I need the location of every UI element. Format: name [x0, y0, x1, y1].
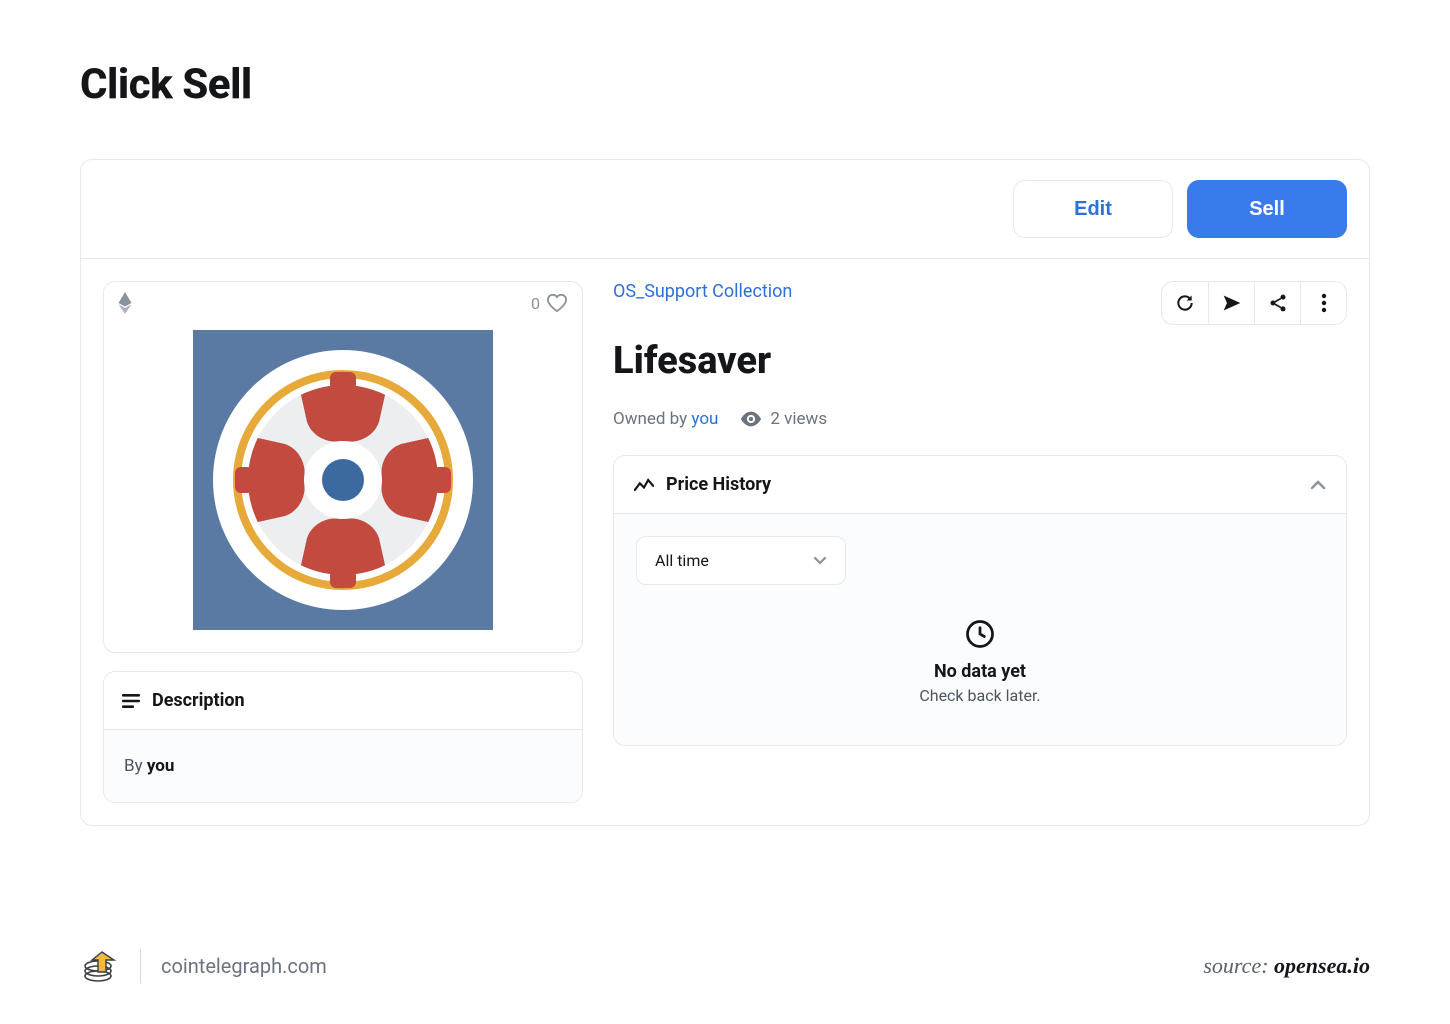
ownership-row: Owned by you 2 views [613, 409, 1347, 429]
description-panel: Description By you [103, 671, 583, 803]
time-range-select[interactable]: All time [636, 536, 846, 585]
clock-icon [636, 619, 1324, 649]
footer: cointelegraph.com source: opensea.io [80, 946, 1370, 986]
asset-actions [1161, 281, 1347, 325]
view-count: 2 views [770, 409, 827, 429]
page-title: Click Sell [80, 60, 1370, 109]
chevron-down-icon [813, 556, 827, 565]
heart-icon[interactable] [546, 293, 568, 313]
ethereum-icon [118, 292, 132, 314]
description-body: By you [104, 730, 582, 802]
collection-link[interactable]: OS_Support Collection [613, 281, 792, 302]
owner-link[interactable]: you [691, 409, 718, 429]
share-button[interactable] [1254, 282, 1300, 324]
empty-title: No data yet [636, 661, 1324, 682]
price-history-heading: Price History [666, 474, 771, 495]
asset-title: Lifesaver [613, 339, 1347, 383]
empty-subtitle: Check back later. [636, 686, 1324, 705]
like-count: 0 [531, 294, 540, 313]
edit-button[interactable]: Edit [1013, 180, 1173, 238]
asset-card: Edit Sell 0 [80, 159, 1370, 826]
chevron-up-icon[interactable] [1310, 480, 1326, 490]
action-bar: Edit Sell [81, 160, 1369, 259]
more-button[interactable] [1300, 282, 1346, 324]
send-button[interactable] [1208, 282, 1254, 324]
media-card: 0 [103, 281, 583, 653]
cointelegraph-logo [80, 946, 120, 986]
source-label: source: [1203, 953, 1274, 978]
sell-button[interactable]: Sell [1187, 180, 1347, 238]
description-heading: Description [152, 690, 245, 711]
list-icon [122, 694, 140, 708]
asset-image [104, 324, 582, 652]
time-range-value: All time [655, 551, 709, 570]
owned-by-label: Owned by [613, 409, 691, 429]
source-value: opensea.io [1274, 953, 1370, 978]
price-history-panel: Price History All time [613, 455, 1347, 746]
refresh-button[interactable] [1162, 282, 1208, 324]
eye-icon [740, 411, 762, 427]
footer-site: cointelegraph.com [161, 954, 327, 978]
activity-icon [634, 478, 654, 492]
